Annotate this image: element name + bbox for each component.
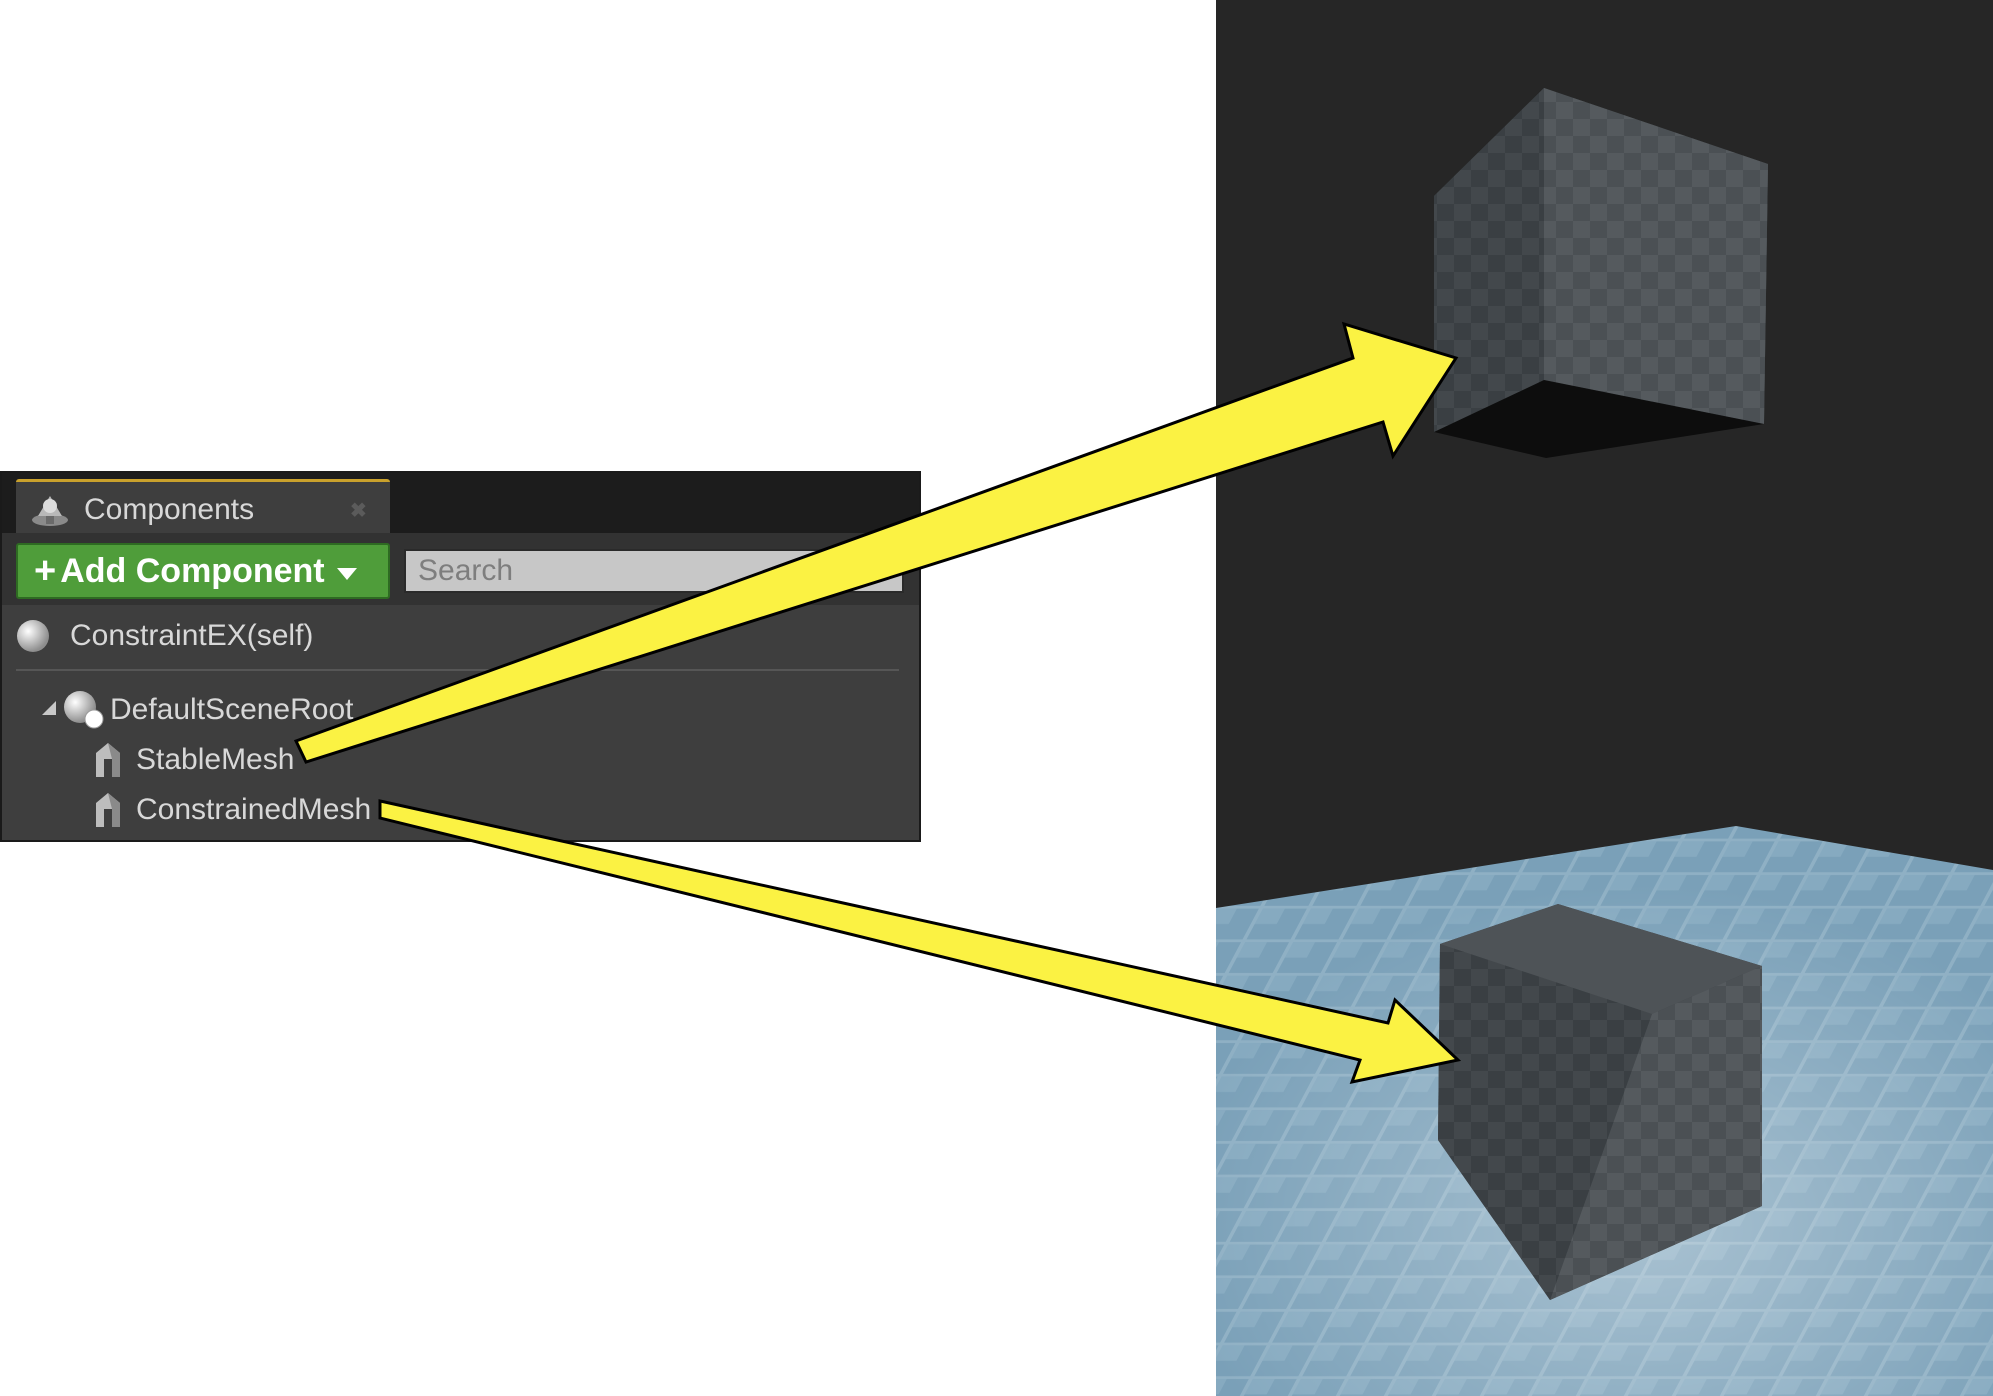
callout-arrows [293, 321, 1462, 1085]
arrow-stable-mesh [293, 321, 1459, 764]
arrow-constrained-mesh [378, 799, 1462, 1085]
